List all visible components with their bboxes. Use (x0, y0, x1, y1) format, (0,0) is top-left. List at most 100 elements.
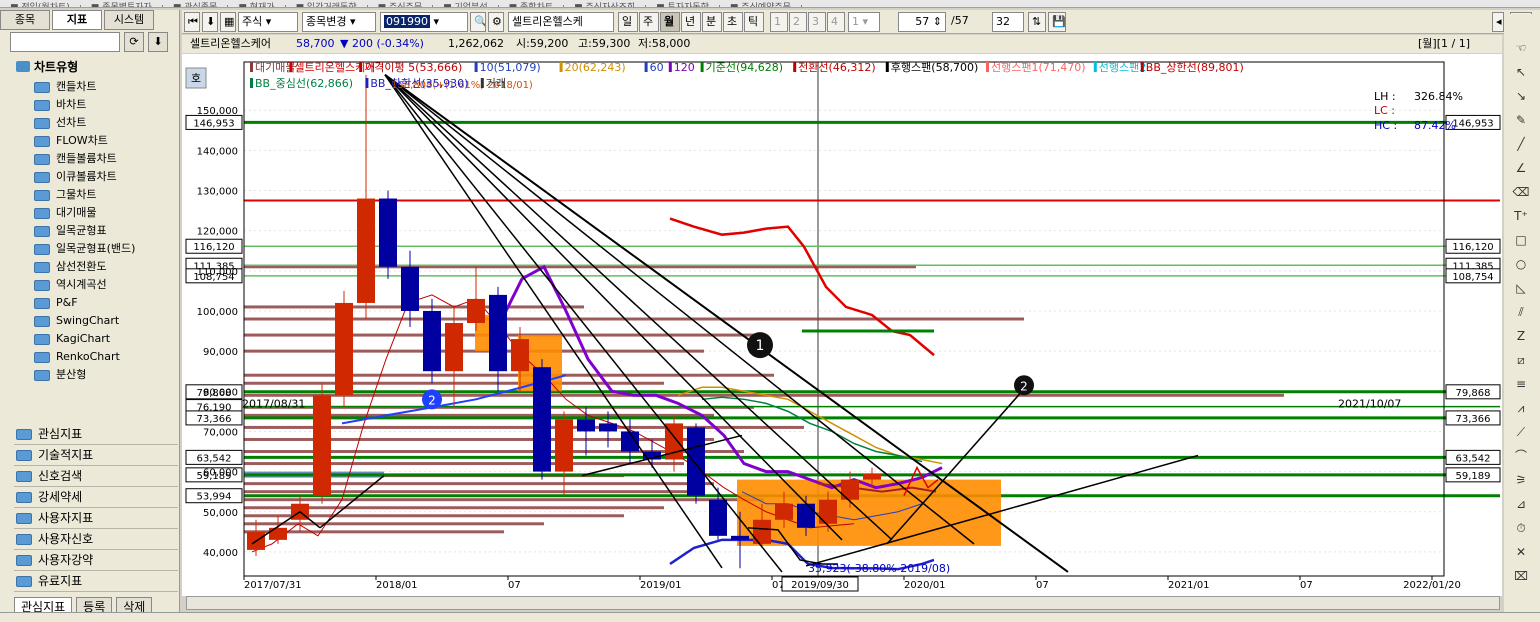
chart-type-item[interactable]: 대기매물 (34, 204, 135, 222)
grid-icon[interactable]: ▦ (220, 12, 236, 32)
period-month[interactable]: 월 (660, 12, 680, 32)
indicator-category-item[interactable]: 사용자신호 (14, 529, 178, 550)
chart-type-item[interactable]: KagiChart (34, 330, 135, 348)
pen-icon[interactable]: ✎ (1510, 110, 1532, 130)
angle-icon[interactable]: ∠ (1510, 158, 1532, 178)
folder-icon (16, 576, 32, 587)
chart-type-item[interactable]: 분산형 (34, 366, 135, 384)
chart-type-item[interactable]: 캔들볼륨차트 (34, 150, 135, 168)
zigzag-icon[interactable]: Z (1510, 326, 1532, 346)
market-select[interactable]: 주식 ▾ (238, 12, 298, 32)
chart-scrollbar[interactable] (186, 596, 1500, 610)
folder-icon (34, 118, 50, 129)
arrow-icon[interactable]: ↘ (1510, 86, 1532, 106)
hc-label: HC : (1374, 119, 1397, 132)
first-icon[interactable]: ⏮ (184, 12, 200, 32)
num-custom-select[interactable]: 1 ▾ (848, 12, 880, 32)
chart-type-item[interactable]: SwingChart (34, 312, 135, 330)
stock-code-input[interactable]: 091990 ▾ (380, 12, 468, 32)
collapse-left-icon[interactable]: ◂ (1492, 12, 1504, 32)
period-second[interactable]: 초 (723, 12, 743, 32)
chart-type-item-label: 일목균형표 (56, 224, 107, 237)
lines-icon[interactable]: ≡ (1510, 374, 1532, 394)
num-2[interactable]: 2 (789, 12, 807, 32)
zoom-apply-icon[interactable]: ⇅ (1028, 12, 1046, 32)
legend-item: 가격이평 5(53,666) (364, 61, 462, 74)
fibo-arc-icon[interactable]: ⌒ (1510, 446, 1532, 466)
indicator-category-item[interactable]: 기술적지표 (14, 445, 178, 466)
num-3[interactable]: 3 (808, 12, 826, 32)
search-icon[interactable]: 🔍 (470, 12, 486, 32)
chart-type-item[interactable]: P&F (34, 294, 135, 312)
period-year[interactable]: 년 (681, 12, 701, 32)
line-icon[interactable]: ╱ (1510, 134, 1532, 154)
indicator-category-item[interactable]: 사용자지표 (14, 508, 178, 529)
crosshair-icon[interactable]: ↖ (1510, 62, 1532, 82)
box-diag-icon[interactable]: ⧄ (1510, 350, 1532, 370)
time-icon[interactable]: ⏱ (1510, 518, 1532, 538)
indicator-search-input[interactable] (10, 32, 120, 52)
indicator-category-item[interactable]: 강세약세 (14, 487, 178, 508)
period-minute[interactable]: 분 (702, 12, 722, 32)
period-day[interactable]: 일 (618, 12, 638, 32)
gann-box-icon[interactable]: ⊿ (1510, 494, 1532, 514)
save-icon[interactable]: 💾 (1048, 12, 1066, 32)
low-price: 저:58,000 (638, 37, 691, 50)
tab-system[interactable]: 시스템 (104, 10, 154, 30)
chart-type-item[interactable]: 역시계곡선 (34, 276, 135, 294)
text-plus-icon[interactable]: T⁺ (1510, 206, 1532, 226)
gann-icon[interactable]: ⚞ (1510, 470, 1532, 490)
download-icon[interactable]: ⬇ (148, 32, 168, 52)
price-chart[interactable]: 호 146,953 116,120 111,385 108,754 79,868 76,1… (182, 54, 1502, 596)
chart-type-item[interactable]: 선차트 (34, 114, 135, 132)
chart-tool-glyph: 호 (191, 72, 201, 85)
left-tabs: 종목 지표 시스템 (0, 10, 179, 30)
chart-type-item[interactable]: RenkoChart (34, 348, 135, 366)
chart-type-item-label: 선차트 (56, 116, 87, 129)
chart-canvas[interactable]: 호 146,953116,120111,385108,75479,86876,1… (182, 54, 1502, 596)
chart-type-header[interactable]: 차트유형 (10, 58, 178, 76)
indicator-category-item[interactable]: 사용자강약 (14, 550, 178, 571)
note-right-label: 2021/10/07 (1338, 397, 1401, 410)
num-1[interactable]: 1 (770, 12, 788, 32)
chart-type-item[interactable]: 캔들차트 (34, 78, 135, 96)
chart-type-item[interactable]: FLOW차트 (34, 132, 135, 150)
tab-indicator[interactable]: 지표 (52, 10, 102, 30)
y-tick-label: 130,000 (197, 187, 238, 198)
chart-type-item[interactable]: 바차트 (34, 96, 135, 114)
candle-body (863, 473, 881, 480)
parallel-icon[interactable]: ⫽ (1510, 302, 1532, 322)
change-stock-select[interactable]: 종목변경 ▾ (302, 12, 376, 32)
fibo-icon[interactable]: ⟋ (1510, 422, 1532, 442)
chart-type-item[interactable]: 삼선전환도 (34, 258, 135, 276)
candle-body (753, 519, 771, 544)
download-icon[interactable]: ⬇ (202, 12, 218, 32)
legend-item: 60 (650, 61, 664, 74)
period-week[interactable]: 주 (639, 12, 659, 32)
fibo-fan-icon[interactable]: ⩘ (1510, 398, 1532, 418)
period-tick[interactable]: 틱 (744, 12, 764, 32)
chart-type-item[interactable]: 일목균형표(밴드) (34, 240, 135, 258)
chart-type-item[interactable]: 이큐볼륨차트 (34, 168, 135, 186)
chart-type-item[interactable]: 그물차트 (34, 186, 135, 204)
indicator-category-label: 유료지표 (38, 574, 83, 588)
indicator-category-item[interactable]: 신호검색 (14, 466, 178, 487)
rectangle-icon[interactable]: □ (1510, 230, 1532, 250)
tab-stock[interactable]: 종목 (0, 10, 50, 30)
circle-icon[interactable]: ○ (1510, 254, 1532, 274)
cross-pattern-icon[interactable]: ✕ (1510, 542, 1532, 562)
status-bar (0, 612, 1540, 622)
stock-name-field[interactable]: 셀트리온헬스케 (508, 12, 614, 32)
hand-icon[interactable]: ☜ (1510, 38, 1532, 58)
triangle-icon[interactable]: ◺ (1510, 278, 1532, 298)
indicator-category-item[interactable]: 유료지표 (14, 571, 178, 592)
options-icon[interactable]: ⚙ (488, 12, 504, 32)
chart-type-item[interactable]: 일목균형표 (34, 222, 135, 240)
num-4[interactable]: 4 (827, 12, 845, 32)
indicator-category-item[interactable]: 관심지표 (14, 424, 178, 445)
count-spinner[interactable]: 57 ⇕ (898, 12, 946, 32)
eraser-icon[interactable]: ⌫ (1510, 182, 1532, 202)
zoom-input[interactable]: 32 (992, 12, 1024, 32)
refresh-icon[interactable]: ⟳ (124, 32, 144, 52)
clear-icon[interactable]: ⌧ (1510, 566, 1532, 586)
